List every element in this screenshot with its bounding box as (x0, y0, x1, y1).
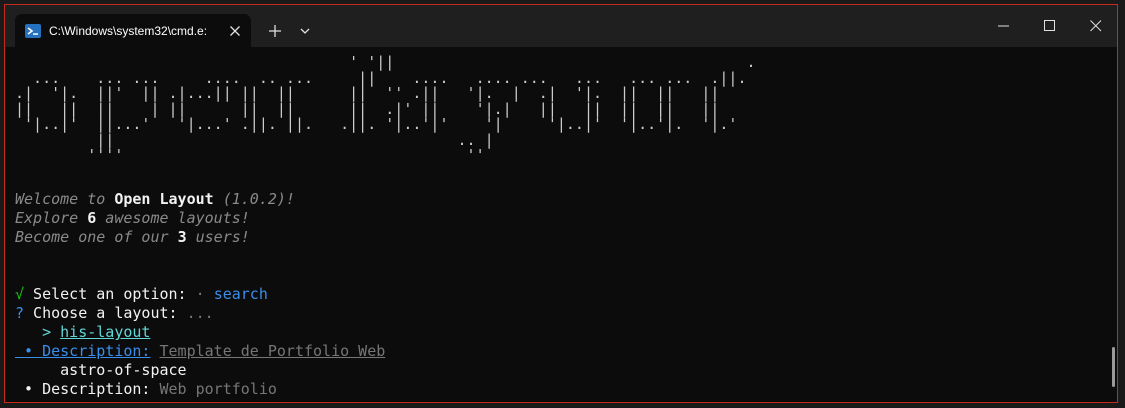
user-count: 3 (177, 228, 187, 246)
list-item[interactable]: astro-of-space (15, 361, 186, 380)
powershell-icon (25, 23, 41, 39)
maximize-icon[interactable] (1026, 5, 1072, 47)
explore-line: Explore 6 awesome layouts! (15, 209, 250, 228)
bullet: • (24, 380, 34, 398)
choose-label: Choose a layout: (24, 304, 187, 322)
choose-hint: ... (186, 304, 214, 322)
choose-layout-line: ? Choose a layout: ... (15, 304, 214, 323)
explore-suffix: awesome layouts! (96, 209, 250, 227)
select-option-line: √ Select an option: · search (15, 285, 268, 304)
selected-option: search (213, 285, 268, 303)
check-icon: √ (15, 285, 25, 303)
tab-title: C:\Windows\system32\cmd.e: (49, 24, 208, 38)
description-value: Template de Portfolio Web (159, 342, 386, 360)
select-label: Select an option: (24, 285, 196, 303)
layout-name[interactable]: astro-of-space (60, 361, 186, 379)
plus-icon[interactable] (261, 17, 289, 45)
description-label: Description: (42, 380, 151, 398)
description-label: Description: (42, 342, 151, 360)
separator: · (195, 285, 205, 303)
close-icon[interactable] (1072, 5, 1117, 47)
scrollbar-thumb[interactable] (1112, 347, 1115, 387)
tab-cmd[interactable]: C:\Windows\system32\cmd.e: (15, 14, 251, 47)
title-bar[interactable]: C:\Windows\system32\cmd.e: (5, 5, 1117, 47)
layout-description: • Description: Template de Portfolio Web (15, 342, 385, 361)
description-value: Web portfolio (159, 380, 277, 398)
become-prefix: Become one of our (15, 228, 178, 246)
close-icon[interactable] (225, 21, 245, 41)
app-name: Open Layout (114, 190, 214, 208)
ascii-logo: ' '|| . ... ... ... .... .. ... || .... … (15, 53, 756, 164)
minimize-icon[interactable] (980, 5, 1026, 47)
welcome-line: Welcome to Open Layout (1.0.2)! (15, 190, 295, 209)
terminal-window: C:\Windows\system32\cmd.e: ' '|| . ... .… (4, 4, 1118, 403)
pointer-icon: > (42, 323, 52, 341)
explore-prefix: Explore (15, 209, 88, 227)
layout-name[interactable]: his-layout (60, 323, 150, 341)
layout-description: • Description: Web portfolio (15, 380, 277, 399)
welcome-prefix: Welcome to (15, 190, 115, 208)
layout-count: 6 (87, 209, 97, 227)
bullet: • (24, 342, 34, 360)
list-item[interactable]: > his-layout (15, 323, 150, 342)
become-suffix: users! (186, 228, 250, 246)
terminal-output[interactable]: ' '|| . ... ... ... .... .. ... || .... … (5, 47, 1117, 402)
question-icon: ? (15, 304, 25, 322)
become-line: Become one of our 3 users! (15, 228, 250, 247)
chevron-down-icon[interactable] (291, 17, 319, 45)
app-version: (1.0.2)! (213, 190, 295, 208)
